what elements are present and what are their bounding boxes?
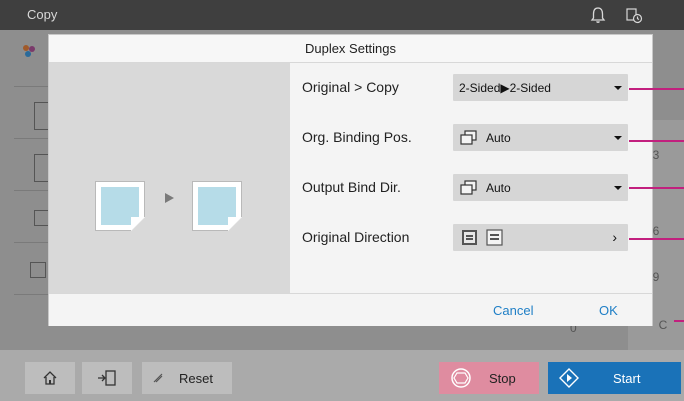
dialog-title: Duplex Settings [49,35,652,63]
start-button[interactable]: Start [548,362,681,394]
settings-panel: Original > Copy 2-Sided▶2-Sided Org. Bin… [290,63,652,293]
reset-icon [153,373,163,383]
binding-position-select[interactable]: Auto [453,124,628,151]
copy-page-icon [192,181,242,231]
background-tile-4 [14,192,54,243]
reset-button[interactable]: Reset [142,362,232,394]
output-bind-row: Output Bind Dir. Auto [290,163,652,213]
callout-line [629,238,684,240]
binding-auto-icon [460,180,477,195]
id-card-button[interactable] [82,362,132,394]
cancel-button[interactable]: Cancel [493,303,533,318]
output-bind-value: Auto [486,181,511,195]
background-function-column [14,36,54,352]
callout-line [629,88,684,90]
stop-icon [451,368,471,388]
stop-button[interactable]: Stop [439,362,539,394]
original-direction-icon [462,230,477,245]
output-bind-select[interactable]: Auto [453,174,628,201]
background-tile-5 [14,244,54,295]
stop-label: Stop [489,371,516,386]
chevron-down-icon [614,186,622,190]
binding-auto-icon [460,130,477,145]
callout-line [629,140,684,142]
binding-position-row: Org. Binding Pos. Auto [290,113,652,163]
callout-line [629,187,684,189]
background-color-tile [14,36,54,87]
duplex-preview [49,63,290,293]
start-label: Start [613,371,641,386]
app-title: Copy [27,7,58,22]
background-tile-3 [14,140,54,191]
reset-label: Reset [179,371,213,386]
binding-position-label: Org. Binding Pos. [302,129,412,145]
home-button[interactable] [25,362,75,394]
original-copy-value: 2-Sided▶2-Sided [459,81,551,95]
duplex-settings-dialog: Duplex Settings Original > Copy 2-Sided▶… [49,35,652,326]
id-card-icon [98,370,116,386]
binding-position-value: Auto [486,131,511,145]
ok-button[interactable]: OK [599,303,618,318]
dialog-footer: Cancel OK [49,293,652,326]
home-icon [43,371,57,385]
original-direction-alt-icon [486,229,503,246]
original-copy-select[interactable]: 2-Sided▶2-Sided [453,74,628,101]
job-list-icon[interactable] [625,6,643,24]
original-copy-row: Original > Copy 2-Sided▶2-Sided [290,63,652,113]
chevron-down-icon [614,86,622,90]
original-copy-label: Original > Copy [302,79,399,95]
original-page-icon [95,181,145,231]
original-direction-row: Original Direction › [290,213,652,263]
original-direction-select[interactable]: › [453,224,628,251]
chevron-down-icon [614,136,622,140]
color-icon [23,45,35,57]
start-icon [559,368,579,388]
bottom-bar: Reset Stop Start [0,350,684,401]
background-tile-2 [14,88,54,139]
preview-arrow-icon [165,193,174,203]
top-bar: Copy [0,0,684,30]
original-direction-label: Original Direction [302,229,410,245]
callout-line [674,320,684,322]
bell-icon[interactable] [590,6,606,24]
output-bind-label: Output Bind Dir. [302,179,401,195]
chevron-right-icon: › [612,229,617,245]
